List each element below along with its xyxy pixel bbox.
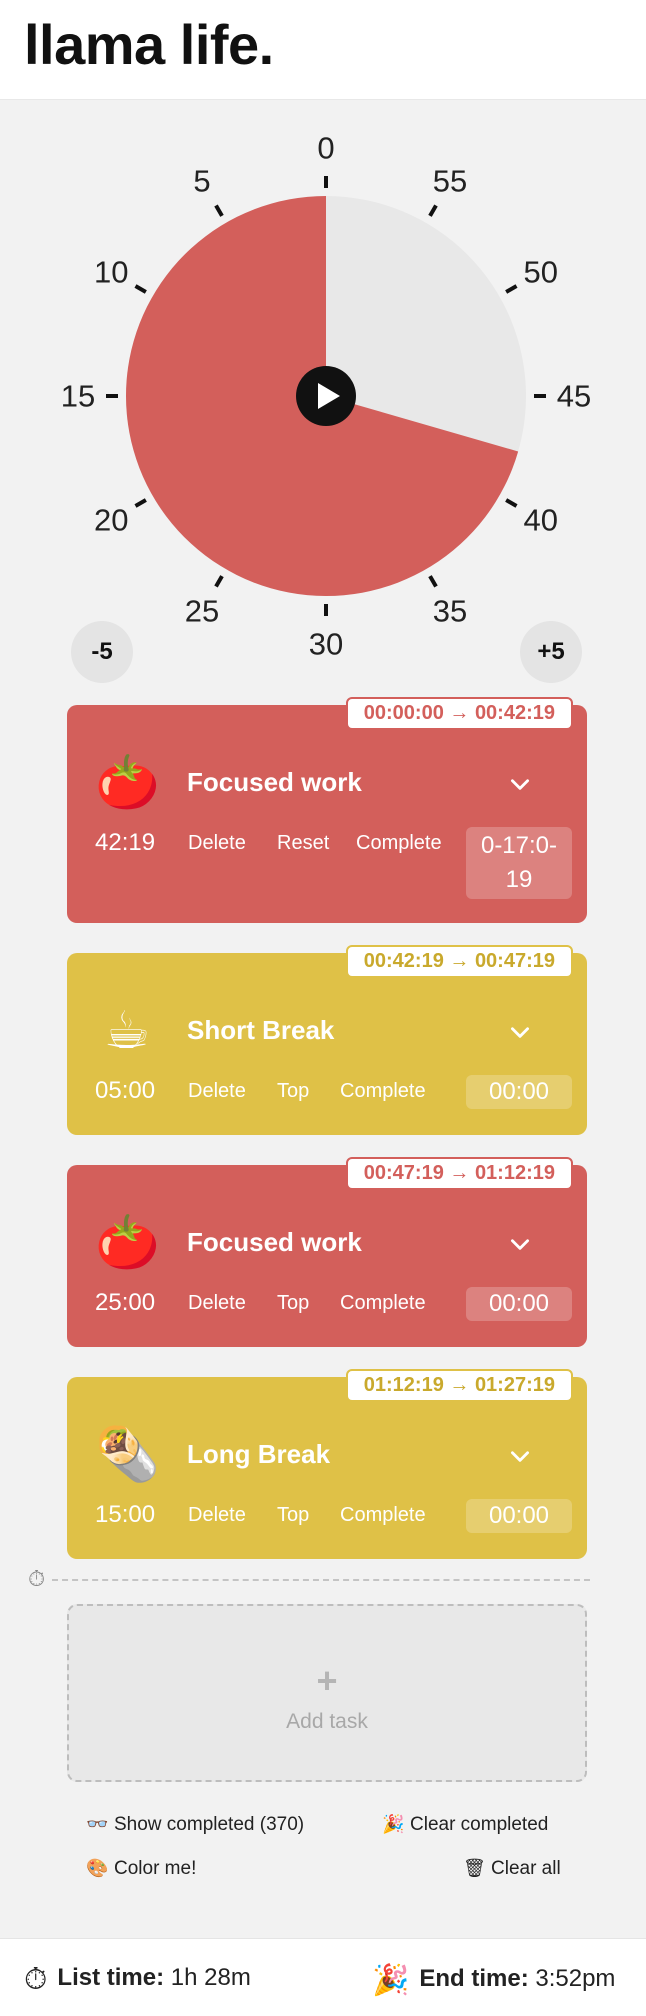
delete-button[interactable]: Delete xyxy=(188,1080,246,1103)
task-elapsed-counter: 00:00 xyxy=(466,1287,572,1321)
dial-tick-label: 30 xyxy=(309,627,343,661)
dial-tick-label: 45 xyxy=(557,379,591,414)
glasses-icon: 👓 xyxy=(86,1814,109,1834)
dial-tick-label: 20 xyxy=(94,503,128,538)
complete-button[interactable]: Complete xyxy=(340,1504,426,1527)
top-button[interactable]: Top xyxy=(277,1292,309,1315)
delete-button[interactable]: Delete xyxy=(188,1292,246,1315)
dial-tick-label: 40 xyxy=(524,503,558,538)
end-time: 🎉 End time: 3:52pm xyxy=(372,1964,616,1997)
play-button[interactable] xyxy=(296,366,356,426)
chevron-down-icon[interactable] xyxy=(507,1443,533,1469)
task-name[interactable]: Focused work xyxy=(187,767,362,798)
stopwatch-icon: ⏱ xyxy=(24,1963,48,1996)
delete-button[interactable]: Delete xyxy=(188,1504,246,1527)
chevron-down-icon[interactable] xyxy=(507,771,533,797)
clear-completed-button[interactable]: 🎉 Clear completed xyxy=(382,1814,548,1836)
add-task-label: Add task xyxy=(286,1710,368,1733)
task-time-range: 00:42:19 → 00:47:19 xyxy=(345,945,573,978)
list-time: ⏱ List time: 1h 28m xyxy=(24,1963,251,1996)
dial-tick xyxy=(505,284,518,294)
chevron-down-icon[interactable] xyxy=(507,1019,533,1045)
dial-tick xyxy=(505,498,518,508)
task-elapsed-counter: 00:00 xyxy=(466,1499,572,1533)
footer-bar: ⏱ List time: 1h 28m 🎉 End time: 3:52pm xyxy=(0,1938,646,2016)
trash-icon: 🗑 xyxy=(463,1858,486,1878)
task-elapsed-counter: 00:00 xyxy=(466,1075,572,1109)
stopwatch-icon: ⏱ xyxy=(28,1566,46,1591)
top-button[interactable]: Top xyxy=(277,1080,309,1103)
brand-logo[interactable]: llama life. xyxy=(24,12,274,77)
party-popper-icon: 🎉 xyxy=(382,1814,405,1834)
tomato-icon: 🍅 xyxy=(95,754,160,812)
task-card[interactable]: 01:12:19 → 01:27:19 🌯 Long Break 15:00 D… xyxy=(67,1369,587,1559)
dial-tick-label: 50 xyxy=(524,255,558,290)
dial-tick-label: 55 xyxy=(433,164,467,199)
dial-tick xyxy=(214,204,224,217)
app-header: llama life. xyxy=(0,0,646,100)
task-name[interactable]: Long Break xyxy=(187,1439,330,1470)
task-duration[interactable]: 15:00 xyxy=(95,1501,155,1529)
party-popper-icon: 🎉 xyxy=(372,1964,410,1997)
task-duration[interactable]: 42:19 xyxy=(95,829,155,857)
dial-tick xyxy=(428,204,438,217)
complete-button[interactable]: Complete xyxy=(340,1292,426,1315)
clear-all-button[interactable]: 🗑 Clear all xyxy=(463,1858,561,1880)
task-elapsed-counter: 0-17:0- 19 xyxy=(466,827,572,899)
dial-tick-label: 10 xyxy=(94,255,128,290)
timer-dial-graphic: 0 55 50 45 40 35 30 25 20 15 10 5 xyxy=(61,131,591,661)
complete-button[interactable]: Complete xyxy=(356,832,442,855)
top-button[interactable]: Top xyxy=(277,1504,309,1527)
tomato-icon: 🍅 xyxy=(95,1214,160,1272)
plus-icon: + xyxy=(316,1660,338,1701)
palette-icon: 🎨 xyxy=(86,1858,109,1878)
task-name[interactable]: Short Break xyxy=(187,1015,334,1046)
minus-5-button[interactable]: -5 xyxy=(71,621,133,683)
color-me-button[interactable]: 🎨 Color me! xyxy=(86,1858,196,1880)
plus-5-button[interactable]: +5 xyxy=(520,621,582,683)
task-time-range: 00:00:00 → 00:42:19 xyxy=(345,697,573,730)
dial-tick-label: 25 xyxy=(185,593,219,628)
show-completed-button[interactable]: 👓 Show completed (370) xyxy=(86,1814,304,1836)
dial-tick-label: 35 xyxy=(433,593,467,628)
dial-tick xyxy=(428,575,438,588)
burrito-icon: 🌯 xyxy=(95,1426,160,1484)
delete-button[interactable]: Delete xyxy=(188,832,246,855)
coffee-icon: ☕ xyxy=(103,1002,151,1060)
dial-tick xyxy=(134,284,147,294)
task-duration[interactable]: 25:00 xyxy=(95,1289,155,1317)
dial-tick xyxy=(214,575,224,588)
task-name[interactable]: Focused work xyxy=(187,1227,362,1258)
task-time-range: 00:47:19 → 01:12:19 xyxy=(345,1157,573,1190)
add-task-button[interactable]: + Add task xyxy=(67,1604,587,1782)
dial-tick-label: 15 xyxy=(61,379,95,414)
task-duration[interactable]: 05:00 xyxy=(95,1077,155,1105)
dial-tick-label: 0 xyxy=(317,131,334,166)
reset-button[interactable]: Reset xyxy=(277,832,329,855)
task-card[interactable]: 00:47:19 → 01:12:19 🍅 Focused work 25:00… xyxy=(67,1157,587,1347)
dial-tick xyxy=(134,498,147,508)
chevron-down-icon[interactable] xyxy=(507,1231,533,1257)
task-time-range: 01:12:19 → 01:27:19 xyxy=(345,1369,573,1402)
dial-tick-label: 5 xyxy=(193,164,210,199)
complete-button[interactable]: Complete xyxy=(340,1080,426,1103)
task-card[interactable]: 00:42:19 → 00:47:19 ☕ Short Break 05:00 … xyxy=(67,945,587,1135)
task-card[interactable]: 00:00:00 → 00:42:19 🍅 Focused work 42:19… xyxy=(67,697,587,923)
list-end-divider xyxy=(52,1579,590,1581)
timer-dial[interactable]: 0 55 50 45 40 35 30 25 20 15 10 5 xyxy=(0,120,646,661)
